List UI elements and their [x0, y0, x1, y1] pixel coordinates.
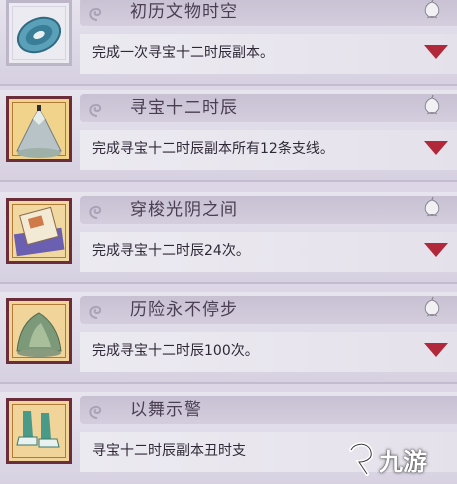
achievement-title: 以舞示警: [130, 400, 202, 420]
cloud-swirl-icon: [89, 103, 102, 117]
triangle-down-icon[interactable]: [423, 342, 449, 358]
peach-icon[interactable]: [421, 0, 443, 20]
triangle-down-icon[interactable]: [423, 242, 449, 258]
achievement-title: 历险永不停步: [130, 300, 238, 320]
rock-mountain-icon: [6, 298, 72, 364]
achievement-description: 完成寻宝十二时辰副本所有12条支线。: [92, 141, 334, 157]
watermark-text: 九游: [379, 448, 427, 476]
cloud-swirl-icon: [89, 405, 102, 419]
achievement-card[interactable]: 历险永不停步 完成寻宝十二时辰100次。: [0, 292, 457, 384]
jiuyou-logo-icon: [349, 442, 374, 476]
achievement-description: 完成寻宝十二时辰100次。: [92, 343, 259, 359]
achievement-card[interactable]: 寻宝十二时辰 完成寻宝十二时辰副本所有12条支线。: [0, 90, 457, 182]
achievement-card[interactable]: 初历文物时空 完成一次寻宝十二时辰副本。: [0, 0, 457, 86]
dancing-feet-icon: [6, 398, 72, 464]
cloud-swirl-icon: [89, 7, 102, 21]
mountain-figure-icon: [6, 96, 72, 162]
triangle-down-icon[interactable]: [423, 44, 449, 60]
peach-icon[interactable]: [421, 196, 443, 218]
peach-icon[interactable]: [421, 296, 443, 318]
achievement-title: 穿梭光阴之间: [130, 200, 238, 220]
cloud-swirl-icon: [89, 205, 102, 219]
achievement-title: 初历文物时空: [130, 2, 238, 22]
cloud-swirl-icon: [89, 305, 102, 319]
achievement-description: 寻宝十二时辰副本丑时支: [92, 443, 246, 459]
achievement-description: 完成寻宝十二时辰24次。: [92, 243, 250, 259]
achievement-list-panel: 初历文物时空 完成一次寻宝十二时辰副本。 寻宝十二时辰 完成寻宝十二时辰副本所有: [0, 0, 457, 484]
achievement-card[interactable]: 穿梭光阴之间 完成寻宝十二时辰24次。: [0, 192, 457, 284]
triangle-down-icon[interactable]: [423, 140, 449, 156]
jade-disc-icon: [6, 0, 72, 66]
scroll-book-icon: [6, 198, 72, 264]
peach-icon[interactable]: [421, 94, 443, 116]
jiuyou-watermark: 九游: [343, 440, 453, 480]
achievement-description: 完成一次寻宝十二时辰副本。: [92, 45, 274, 61]
achievement-title: 寻宝十二时辰: [130, 98, 238, 118]
